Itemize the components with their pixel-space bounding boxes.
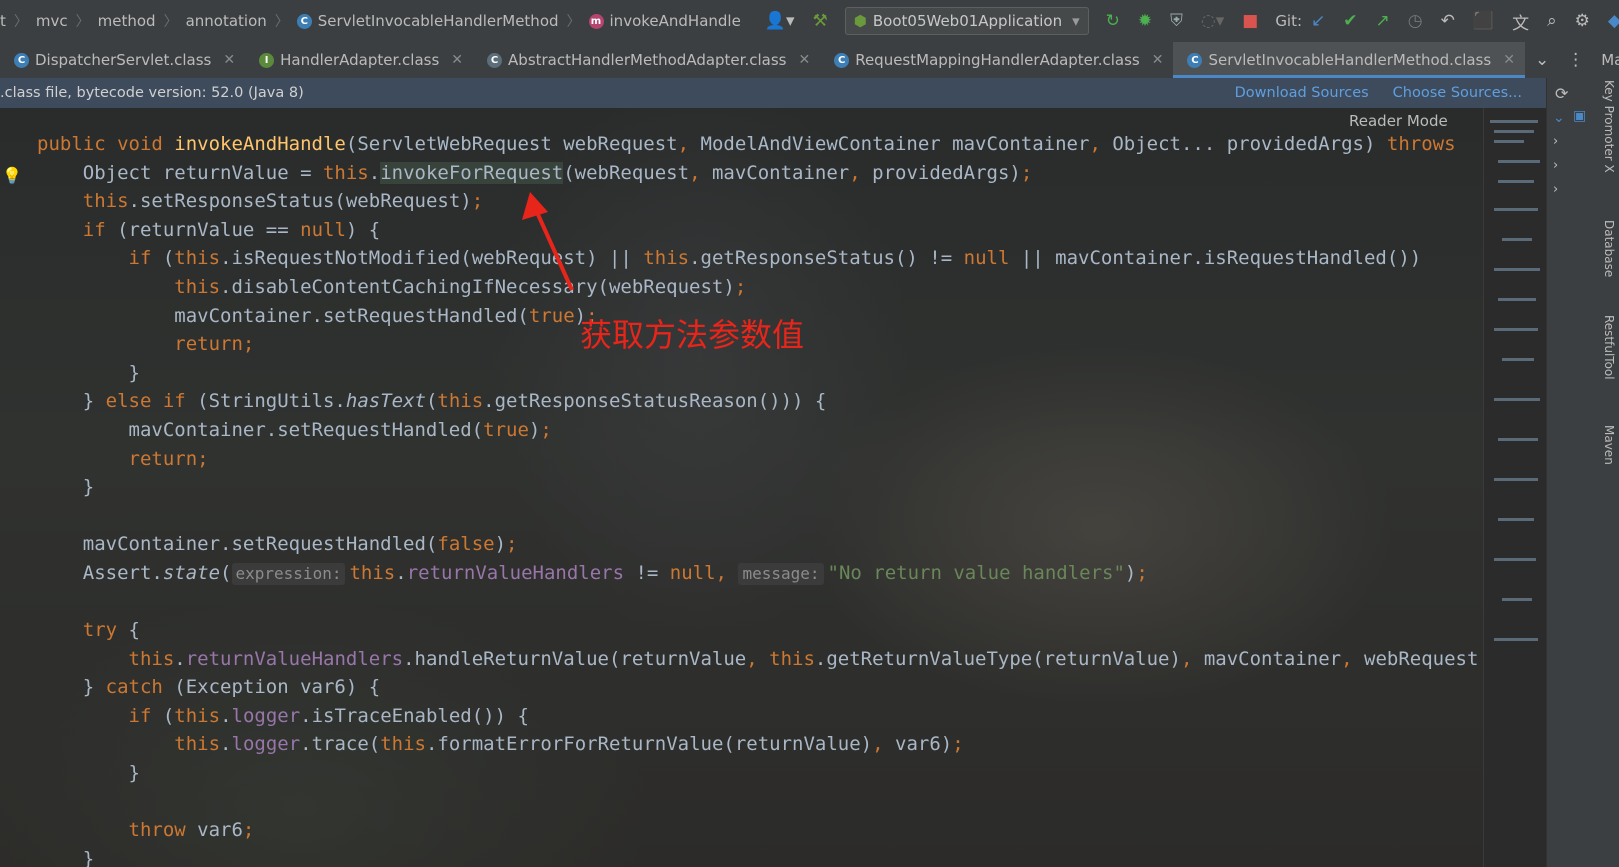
maven-tab[interactable]: Maven — [1602, 425, 1616, 465]
minimap-line — [1490, 120, 1538, 123]
minimap-line — [1498, 438, 1538, 441]
collapse-icon[interactable]: ⌄ — [1553, 110, 1565, 126]
annotation-label: 获取方法参数值 — [580, 316, 805, 354]
minimap-line — [1494, 140, 1524, 143]
code-minimap[interactable] — [1484, 108, 1546, 867]
database-tab[interactable]: Database — [1602, 220, 1616, 277]
minimap-line — [1494, 638, 1538, 641]
restfultool-tab[interactable]: RestfulTool — [1602, 315, 1616, 380]
chevron-right-icon[interactable]: › — [1553, 182, 1558, 197]
minimap-line — [1502, 598, 1532, 601]
maven-project-icon[interactable]: ▣ — [1573, 108, 1586, 124]
minimap-line — [1494, 130, 1534, 133]
key-promoter-x-tab[interactable]: Key Promoter X — [1602, 80, 1616, 173]
annotation-arrow-icon — [522, 192, 574, 291]
minimap-line — [1498, 160, 1540, 163]
minimap-line — [1494, 328, 1538, 331]
chevron-right-icon[interactable]: › — [1553, 158, 1558, 173]
minimap-line — [1494, 478, 1538, 481]
minimap-line — [1494, 558, 1536, 561]
minimap-line — [1498, 298, 1536, 301]
minimap-line — [1494, 268, 1540, 271]
minimap-line — [1502, 238, 1532, 241]
chevron-right-icon[interactable]: › — [1553, 134, 1558, 149]
minimap-line — [1494, 398, 1540, 401]
minimap-line — [1494, 208, 1538, 211]
minimap-line — [1498, 518, 1534, 521]
refresh-icon[interactable]: ⟳ — [1555, 84, 1568, 103]
minimap-line — [1498, 180, 1534, 183]
minimap-line — [1502, 358, 1534, 361]
right-tool-strip: ⟳ ⌄ ▣ › › › — [1546, 78, 1619, 867]
